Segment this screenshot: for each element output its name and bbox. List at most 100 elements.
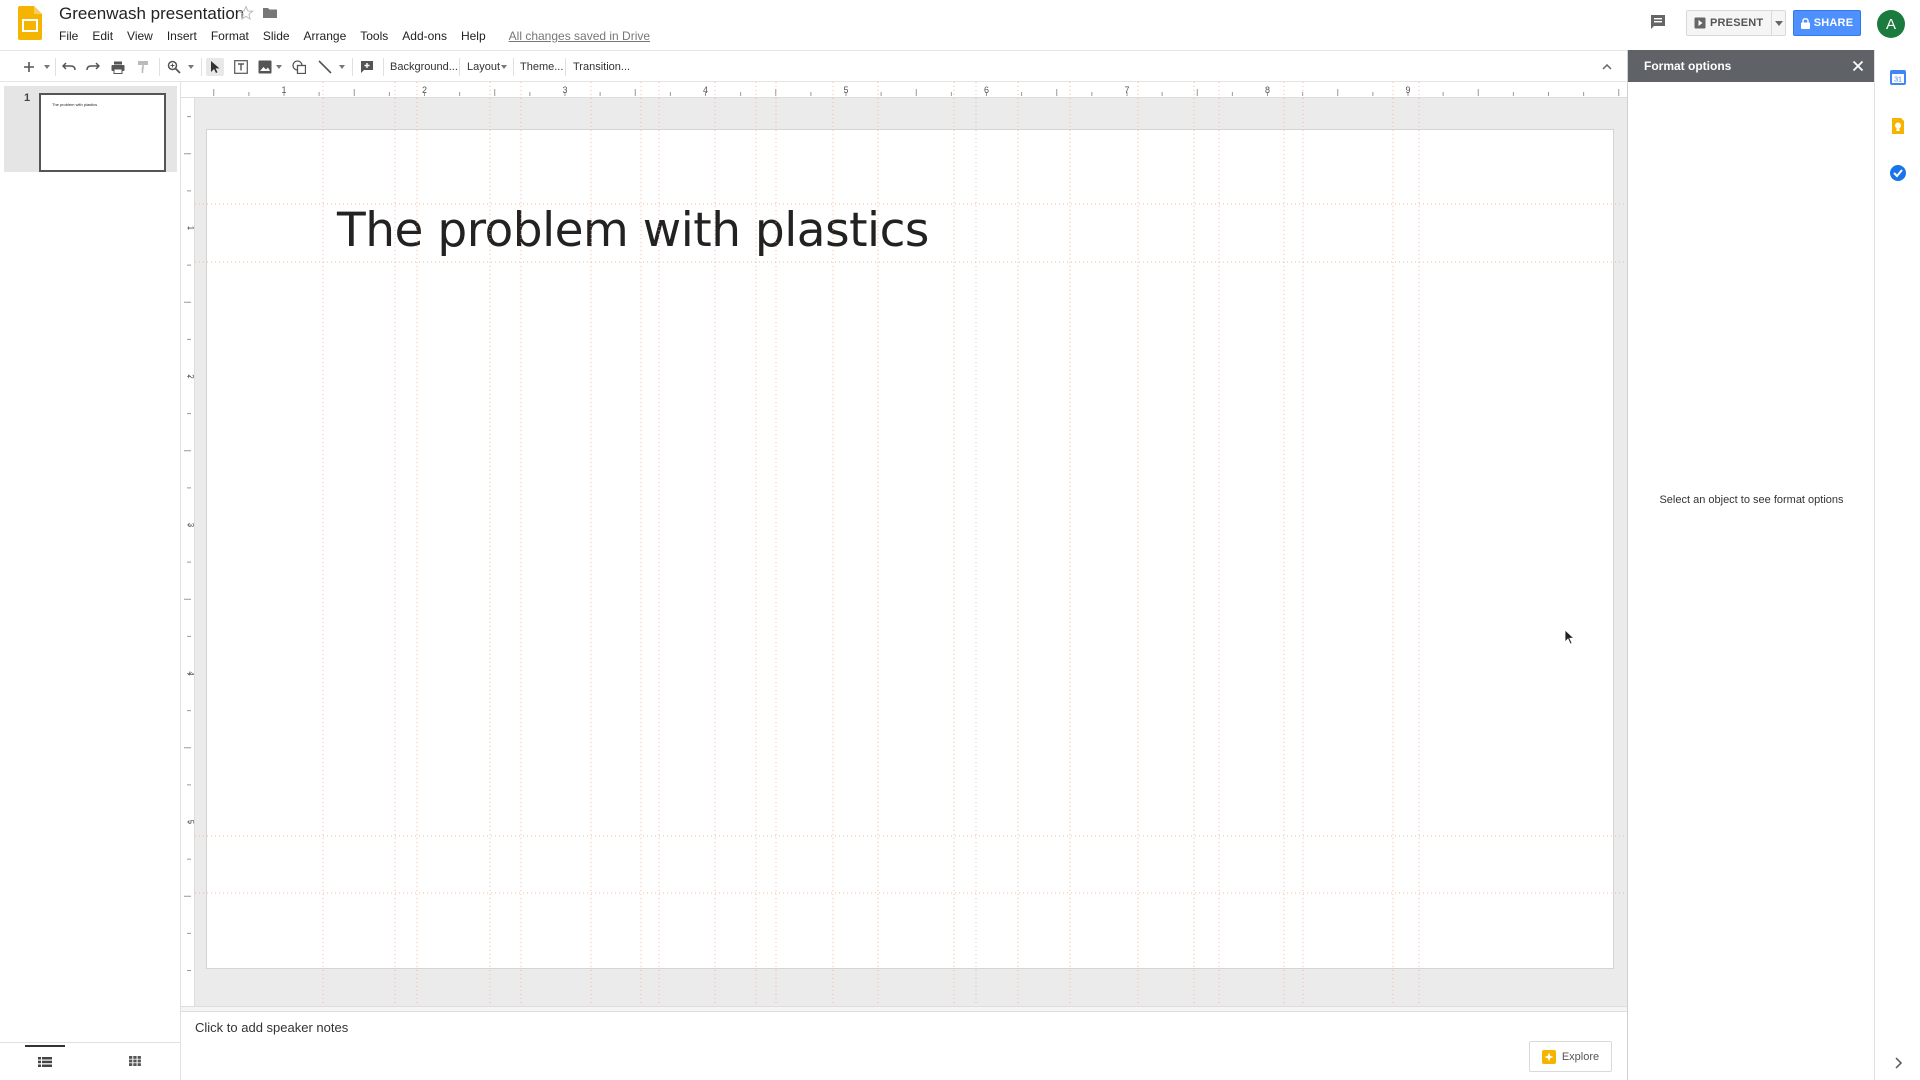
google-slides-logo-icon[interactable] — [18, 6, 42, 40]
select-tool-icon[interactable] — [206, 58, 224, 76]
menu-bar: File Edit View Insert Format Slide Arran… — [52, 27, 650, 45]
thumbnail-title: The problem with plastics — [52, 102, 98, 107]
close-icon[interactable] — [1852, 60, 1864, 72]
ruler-number: 1 — [281, 85, 286, 95]
lock-icon — [1800, 17, 1810, 29]
layout-dropdown-icon[interactable] — [500, 58, 508, 76]
vertical-ruler[interactable]: 1 2 3 4 5 — [181, 98, 195, 1006]
speaker-notes[interactable]: Click to add speaker notes Explore — [181, 1012, 1627, 1080]
ruler-number: 9 — [1405, 85, 1410, 95]
caret-down-icon — [1774, 20, 1783, 26]
present-button[interactable]: PRESENT — [1686, 10, 1786, 36]
filmstrip-view-button[interactable] — [25, 1045, 65, 1077]
toolbar-divider — [201, 58, 202, 76]
new-slide-icon[interactable] — [20, 58, 38, 76]
ruler-number: 2 — [422, 85, 427, 95]
menu-view[interactable]: View — [120, 27, 160, 45]
ruler-number: 1 — [186, 226, 195, 231]
zoom-dropdown-icon[interactable] — [187, 58, 195, 76]
collapse-chevron-icon[interactable] — [1598, 58, 1616, 76]
menu-tools[interactable]: Tools — [353, 27, 395, 45]
format-options-panel: Format options Select an object to see f… — [1627, 50, 1875, 1080]
filmstrip-slide-1[interactable]: 1 The problem with plastics — [4, 86, 177, 172]
speaker-notes-placeholder[interactable]: Click to add speaker notes — [195, 1020, 348, 1035]
format-panel-hint: Select an object to see format options — [1659, 494, 1844, 506]
svg-text:31: 31 — [1894, 77, 1902, 84]
print-icon[interactable] — [109, 58, 127, 76]
toolbar-divider — [459, 58, 460, 76]
text-box-icon[interactable] — [232, 58, 250, 76]
ruler-number: 7 — [1124, 85, 1129, 95]
share-label: SHARE — [1813, 17, 1854, 29]
undo-icon[interactable] — [60, 58, 78, 76]
slide-number: 1 — [24, 92, 31, 104]
menu-add-ons[interactable]: Add-ons — [395, 27, 454, 45]
toolbar-divider — [352, 58, 353, 76]
expand-panel-chevron-icon[interactable] — [1888, 1053, 1908, 1073]
filmstrip-footer — [0, 1042, 180, 1080]
account-avatar[interactable]: A — [1877, 10, 1905, 38]
slide-title[interactable]: The problem with plastics — [337, 203, 929, 258]
toolbar-divider — [565, 58, 566, 76]
present-icon — [1694, 17, 1706, 29]
add-comment-icon[interactable] — [358, 58, 376, 76]
toolbar-divider — [513, 58, 514, 76]
present-label: PRESENT — [1710, 17, 1764, 29]
explore-icon — [1541, 1049, 1556, 1064]
grid-view-button[interactable] — [115, 1045, 155, 1077]
menu-slide[interactable]: Slide — [256, 27, 297, 45]
menu-format[interactable]: Format — [204, 27, 256, 45]
menu-insert[interactable]: Insert — [160, 27, 204, 45]
layout-button[interactable]: Layout — [467, 58, 500, 76]
background-button[interactable]: Background... — [390, 58, 458, 76]
ruler-number: 4 — [703, 85, 708, 95]
ruler-number: 5 — [843, 85, 848, 95]
zoom-icon[interactable] — [165, 58, 183, 76]
list-view-icon — [38, 1057, 52, 1067]
toolbar-divider — [159, 58, 160, 76]
format-panel-title: Format options — [1644, 59, 1732, 73]
ruler-number: 8 — [1265, 85, 1270, 95]
present-dropdown-button[interactable] — [1772, 11, 1785, 35]
horizontal-ruler[interactable]: 1 2 3 4 5 6 7 8 9 — [181, 82, 1627, 98]
slide-canvas-area[interactable]: 1 2 3 4 5 6 7 8 9 1 2 3 4 5 The problem with plastic… — [181, 82, 1627, 1006]
tasks-icon[interactable] — [1888, 163, 1908, 183]
image-dropdown-icon[interactable] — [275, 58, 283, 76]
share-button[interactable]: SHARE — [1793, 10, 1861, 36]
ruler-number: 2 — [186, 374, 195, 379]
theme-button[interactable]: Theme... — [520, 58, 563, 76]
folder-icon[interactable] — [262, 5, 278, 21]
image-icon[interactable] — [256, 58, 274, 76]
explore-button[interactable]: Explore — [1529, 1041, 1612, 1072]
filmstrip: 1 The problem with plastics — [0, 82, 181, 1080]
redo-icon[interactable] — [84, 58, 102, 76]
side-apps-rail: 31 — [1874, 50, 1920, 1080]
menu-arrange[interactable]: Arrange — [297, 27, 354, 45]
explore-label: Explore — [1561, 1050, 1600, 1063]
ruler-number: 4 — [186, 671, 195, 676]
menu-file[interactable]: File — [52, 27, 85, 45]
calendar-icon[interactable]: 31 — [1888, 67, 1908, 87]
slide-thumbnail[interactable]: The problem with plastics — [39, 93, 166, 172]
toolbar: Background... Layout Theme... Transition… — [0, 50, 1627, 82]
ruler-number: 5 — [186, 820, 195, 825]
comments-icon[interactable] — [1648, 12, 1668, 32]
transition-button[interactable]: Transition... — [573, 58, 630, 76]
toolbar-divider — [383, 58, 384, 76]
menu-edit[interactable]: Edit — [85, 27, 120, 45]
document-title[interactable]: Greenwash presentation — [59, 3, 244, 25]
ruler-number: 6 — [984, 85, 989, 95]
paint-format-icon[interactable] — [134, 58, 152, 76]
toolbar-divider — [55, 58, 56, 76]
slide-editor[interactable]: The problem with plastics — [207, 130, 1613, 968]
star-icon[interactable] — [238, 5, 254, 21]
save-status-link[interactable]: All changes saved in Drive — [509, 27, 650, 45]
keep-icon[interactable] — [1888, 116, 1908, 136]
shape-icon[interactable] — [290, 58, 308, 76]
grid-view-icon — [129, 1056, 141, 1066]
ruler-number: 3 — [186, 523, 195, 528]
line-icon[interactable] — [316, 58, 334, 76]
menu-help[interactable]: Help — [454, 27, 493, 45]
line-dropdown-icon[interactable] — [338, 58, 346, 76]
new-slide-dropdown-icon[interactable] — [43, 58, 51, 76]
